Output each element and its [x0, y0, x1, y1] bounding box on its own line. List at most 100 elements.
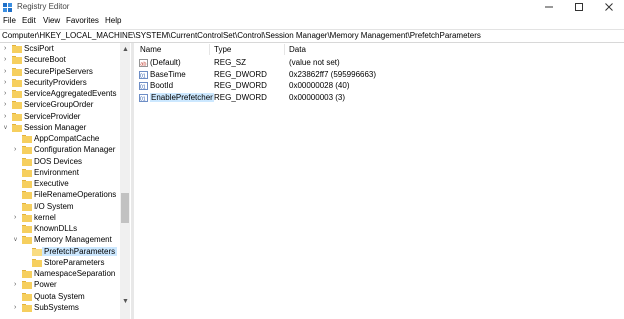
- value-data: (value not set): [289, 58, 340, 67]
- tree-item-label: ScsiPort: [24, 44, 54, 53]
- binary-value-icon: 01: [139, 70, 148, 79]
- tree-item-label: Power: [34, 280, 57, 290]
- value-name: BootId: [150, 81, 174, 90]
- menu-file[interactable]: File: [3, 16, 16, 25]
- tree-item-label: ServiceAggregatedEvents: [24, 89, 117, 98]
- chevron-right-icon[interactable]: ›: [4, 68, 10, 76]
- folder-icon: [22, 236, 32, 245]
- chevron-down-icon[interactable]: v: [4, 124, 10, 132]
- tree-item-secureboot[interactable]: › SecureBoot: [0, 55, 120, 66]
- folder-icon: [12, 112, 22, 121]
- value-row[interactable]: ab (Default) REG_SZ (value not set): [134, 58, 624, 69]
- tree-item-configuration-manager[interactable]: › Configuration Manager: [0, 145, 120, 156]
- tree-item-label: AppCompatCache: [34, 134, 100, 143]
- value-data: 0x00000028 (40): [289, 81, 350, 90]
- chevron-right-icon[interactable]: ›: [14, 214, 20, 222]
- tree-item-label: SecurityProviders: [24, 77, 87, 87]
- column-header-type[interactable]: Type: [214, 45, 231, 54]
- scroll-down-icon[interactable]: ▼: [122, 298, 129, 305]
- string-value-icon: ab: [139, 59, 148, 67]
- tree-item-knowndlls[interactable]: KnownDLLs: [0, 224, 120, 235]
- chevron-right-icon[interactable]: ›: [4, 56, 10, 64]
- tree-item-dos-devices[interactable]: DOS Devices: [0, 157, 120, 168]
- tree-item-namespaceseparation[interactable]: NamespaceSeparation: [0, 269, 120, 280]
- folder-icon: [12, 123, 22, 132]
- column-header-data[interactable]: Data: [289, 45, 306, 54]
- menu-view[interactable]: View: [43, 16, 60, 25]
- tree-item-power[interactable]: › Power: [0, 280, 120, 291]
- value-row[interactable]: 01 BaseTime REG_DWORD 0x23862ff7 (595996663…: [134, 70, 624, 81]
- chevron-down-icon[interactable]: v: [14, 236, 20, 244]
- column-divider[interactable]: [209, 44, 210, 55]
- maximize-icon: [575, 3, 583, 11]
- tree-item-label: ServiceGroupOrder: [24, 100, 94, 110]
- menu-favorites[interactable]: Favorites: [66, 16, 99, 25]
- chevron-right-icon[interactable]: ›: [14, 281, 20, 289]
- chevron-right-icon[interactable]: ›: [4, 101, 10, 109]
- tree-item-appcompatcache[interactable]: AppCompatCache: [0, 134, 120, 145]
- value-name: (Default): [150, 58, 181, 67]
- folder-icon: [22, 135, 32, 143]
- tree-item-i-o-system[interactable]: I/O System: [0, 202, 120, 213]
- chevron-right-icon[interactable]: ›: [4, 79, 10, 87]
- tree-item-kernel[interactable]: › kernel: [0, 213, 120, 224]
- menu-help[interactable]: Help: [105, 16, 121, 25]
- folder-icon: [12, 45, 22, 53]
- folder-icon: [22, 168, 32, 177]
- tree-item-prefetchparameters[interactable]: PrefetchParameters: [0, 246, 120, 258]
- tree-item-securityproviders[interactable]: › SecurityProviders: [0, 78, 120, 89]
- svg-text:ab: ab: [140, 61, 146, 67]
- folder-icon: [22, 270, 32, 278]
- tree-item-session-manager[interactable]: v Session Manager: [0, 123, 120, 134]
- tree-item-label: Environment: [34, 167, 79, 177]
- chevron-right-icon[interactable]: ›: [4, 90, 10, 98]
- title-bar: Registry Editor: [0, 0, 624, 14]
- folder-icon: [12, 90, 22, 98]
- address-bar[interactable]: Computer\HKEY_LOCAL_MACHINE\SYSTEM\Curre…: [0, 29, 624, 43]
- tree-item-scsiport[interactable]: › ScsiPort: [0, 44, 120, 55]
- tree-item-subsystems[interactable]: › SubSystems: [0, 303, 120, 314]
- tree-item-memory-management[interactable]: v Memory Management: [0, 235, 120, 246]
- tree-item-executive[interactable]: Executive: [0, 179, 120, 190]
- tree-item-securepipeservers[interactable]: › SecurePipeServers: [0, 67, 120, 78]
- folder-icon: [22, 180, 32, 188]
- folder-icon: [22, 213, 32, 222]
- value-row[interactable]: 01 BootId REG_DWORD 0x00000028 (40): [134, 81, 624, 92]
- binary-value-icon: 01: [139, 93, 148, 102]
- tree-item-label: I/O System: [34, 201, 74, 211]
- address-path[interactable]: Computer\HKEY_LOCAL_MACHINE\SYSTEM\Curre…: [2, 31, 481, 40]
- close-button[interactable]: [594, 0, 624, 14]
- folder-icon: [22, 202, 32, 211]
- tree-item-serviceaggregatedevents[interactable]: › ServiceAggregatedEvents: [0, 89, 120, 100]
- maximize-button[interactable]: [564, 0, 594, 14]
- tree-item-filerenameoperations[interactable]: FileRenameOperations: [0, 190, 120, 201]
- tree-item-label: Configuration Manager: [34, 145, 116, 155]
- tree-item-servicegrouporder[interactable]: › ServiceGroupOrder: [0, 100, 120, 111]
- values-list[interactable]: Name Type Data ab (Default) REG_SZ (value n…: [134, 43, 624, 319]
- scroll-up-icon[interactable]: ▲: [122, 46, 129, 53]
- folder-icon: [22, 146, 32, 155]
- key-tree[interactable]: › ScsiPort › SecureBoot › SecurePipeServers › S…: [0, 43, 120, 319]
- registry-editor-icon: [3, 3, 12, 12]
- folder-icon: [22, 292, 32, 301]
- chevron-right-icon[interactable]: ›: [4, 45, 10, 53]
- tree-item-environment[interactable]: Environment: [0, 168, 120, 179]
- chevron-right-icon[interactable]: ›: [14, 304, 20, 312]
- menu-edit[interactable]: Edit: [22, 16, 36, 25]
- tree-scrollbar[interactable]: ▲ ▼: [120, 43, 130, 319]
- tree-item-storeparameters[interactable]: StoreParameters: [0, 258, 120, 269]
- minimize-button[interactable]: [534, 0, 564, 14]
- value-type: REG_DWORD: [214, 92, 267, 102]
- value-row[interactable]: 01 EnablePrefetcher REG_DWORD 0x00000003 (3…: [134, 92, 624, 104]
- chevron-right-icon[interactable]: ›: [4, 113, 10, 121]
- column-header-name[interactable]: Name: [140, 45, 161, 54]
- binary-value-icon: 01: [139, 82, 148, 90]
- chevron-right-icon[interactable]: ›: [14, 146, 20, 154]
- scrollbar-thumb[interactable]: [121, 193, 129, 223]
- tree-item-quota-system[interactable]: Quota System: [0, 292, 120, 303]
- tree-item-serviceprovider[interactable]: › ServiceProvider: [0, 112, 120, 123]
- column-divider[interactable]: [284, 44, 285, 55]
- tree-item-label: Executive: [34, 179, 69, 188]
- close-icon: [605, 3, 613, 11]
- folder-icon: [12, 56, 22, 65]
